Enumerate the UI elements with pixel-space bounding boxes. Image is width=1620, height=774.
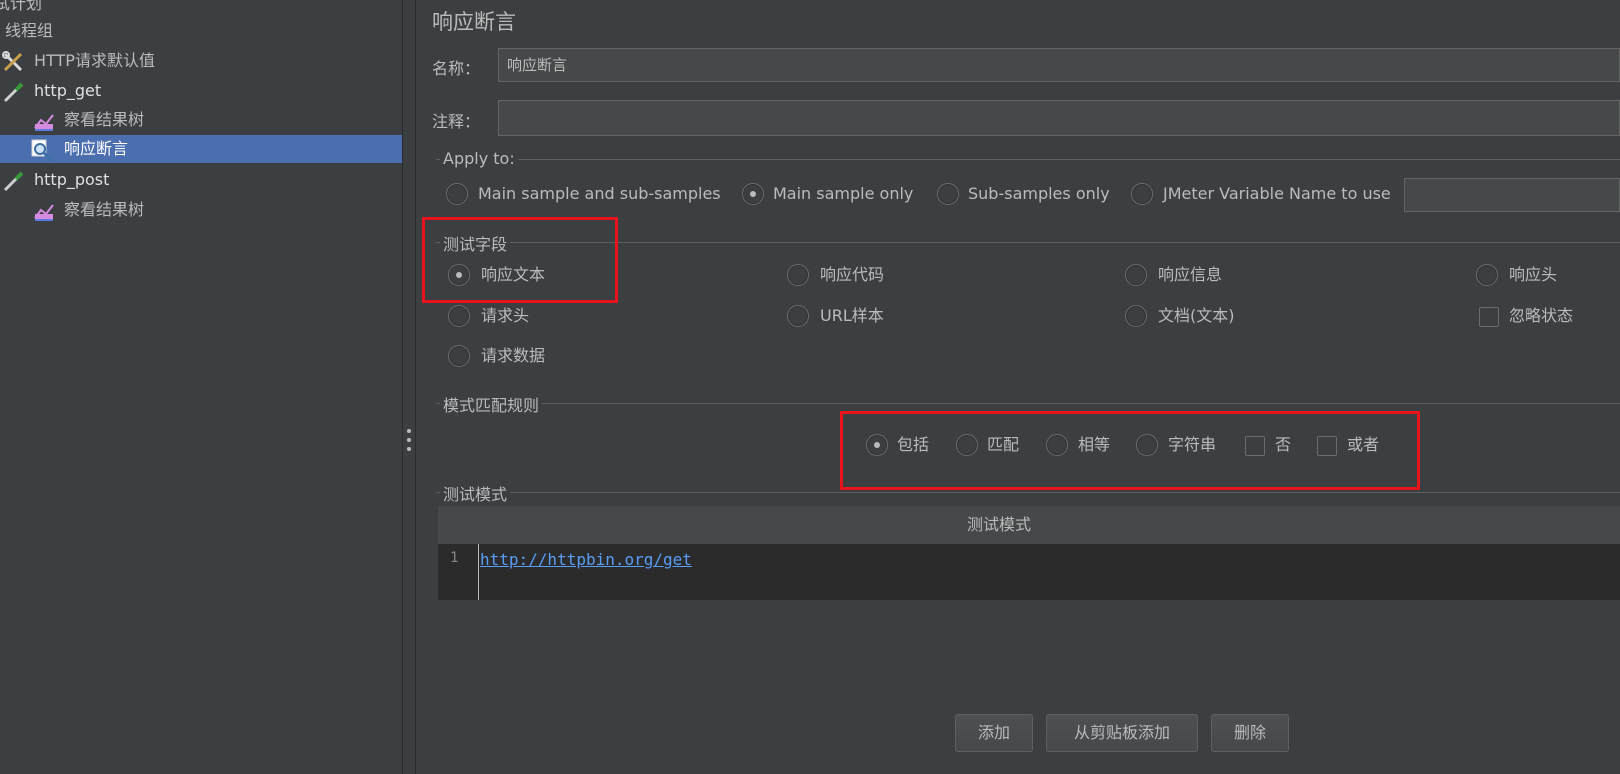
field-url-sampled-label: URL样本 [820,306,884,325]
highlight-box-match-rules [840,411,1420,490]
tree-item-view-results-2[interactable]: 察看结果树 [0,196,402,224]
pattern-value-link[interactable]: http://httpbin.org/get [480,550,692,569]
field-response-message-label: 响应信息 [1158,265,1223,284]
tree-item-label: 线程组 [5,21,54,40]
field-request-data-radio[interactable] [448,345,470,367]
tree-item-http-get[interactable]: http_get [0,77,402,105]
tree-item-response-assertion[interactable]: 响应断言 [0,135,402,163]
add-button[interactable]: 添加 [955,714,1033,752]
patterns-column-header[interactable]: 测试模式 [438,506,1620,544]
apply-sub-only-label: Sub-samples only [968,184,1110,203]
text-cursor [478,544,479,600]
panel-splitter[interactable] [402,0,416,774]
match-rules-title: 模式匹配规则 [440,392,543,416]
patterns-title: 测试模式 [440,481,511,505]
field-request-headers-label: 请求头 [481,306,530,325]
tree-item-label: HTTP请求默认值 [34,51,155,70]
field-response-headers-label: 响应头 [1509,265,1558,284]
test-plan-tree[interactable]: 试计划 线程组 HTTP请求默认值 http_get 察看结果树 响应断言 ht… [0,0,402,774]
highlight-box-test-field [422,217,618,303]
apply-jmeter-var-label: JMeter Variable Name to use [1163,184,1391,203]
apply-main-and-sub-label: Main sample and sub-samples [478,184,721,203]
tree-item-label: 试计划 [0,0,43,13]
apply-main-only-radio[interactable] [742,183,764,205]
ignore-status-label: 忽略状态 [1509,306,1574,325]
jmeter-variable-input[interactable] [1404,178,1620,212]
tree-item-http-post[interactable]: http_post [0,166,402,194]
apply-main-and-sub-radio[interactable] [446,183,468,205]
line-number: 1 [450,550,459,566]
patterns-editor[interactable]: 1 http://httpbin.org/get [438,544,1620,600]
section-divider [436,159,1620,160]
pipette-icon [3,171,24,192]
apply-sub-only-radio[interactable] [937,183,959,205]
section-divider [436,403,1620,404]
wrench-screwdriver-icon [2,51,23,72]
delete-button[interactable]: 删除 [1211,714,1289,752]
field-document-text-label: 文档(文本) [1158,306,1235,325]
column-header-label: 测试模式 [966,515,1031,534]
apply-main-only-label: Main sample only [773,184,914,203]
tree-item-test-plan[interactable]: 试计划 [0,0,402,18]
tree-item-thread-group[interactable]: 线程组 [0,17,402,45]
field-response-code-label: 响应代码 [820,265,885,284]
comment-field[interactable] [498,100,1620,136]
ignore-status-checkbox[interactable] [1479,307,1499,327]
name-field[interactable]: 响应断言 [498,48,1620,82]
field-request-headers-radio[interactable] [448,305,470,327]
tree-item-label: 响应断言 [64,139,129,158]
pipette-icon [3,82,24,103]
section-divider [436,492,1620,493]
magnifier-icon [31,139,53,161]
page-title: 响应断言 [432,10,516,34]
tree-item-label: 察看结果树 [64,200,145,219]
apply-jmeter-var-radio[interactable] [1131,183,1153,205]
tree-item-label: http_get [34,81,102,100]
field-document-text-radio[interactable] [1125,305,1147,327]
tree-item-label: http_post [34,170,110,189]
name-label: 名称： [432,59,481,78]
chart-icon [34,204,54,221]
apply-to-title: Apply to: [440,149,518,168]
patterns-table[interactable]: 测试模式 1 http://httpbin.org/get [438,506,1620,600]
field-url-sampled-radio[interactable] [787,305,809,327]
tree-item-view-results[interactable]: 察看结果树 [0,106,402,134]
tree-item-label: 察看结果树 [64,110,145,129]
add-from-clipboard-button[interactable]: 从剪贴板添加 [1046,714,1198,752]
drag-handle-icon [407,429,411,451]
field-response-code-radio[interactable] [787,264,809,286]
chart-icon [34,114,54,131]
tree-item-http-defaults[interactable]: HTTP请求默认值 [0,47,402,75]
field-response-message-radio[interactable] [1125,264,1147,286]
comment-label: 注释： [432,112,481,131]
field-request-data-label: 请求数据 [481,346,546,365]
field-response-headers-radio[interactable] [1476,264,1498,286]
